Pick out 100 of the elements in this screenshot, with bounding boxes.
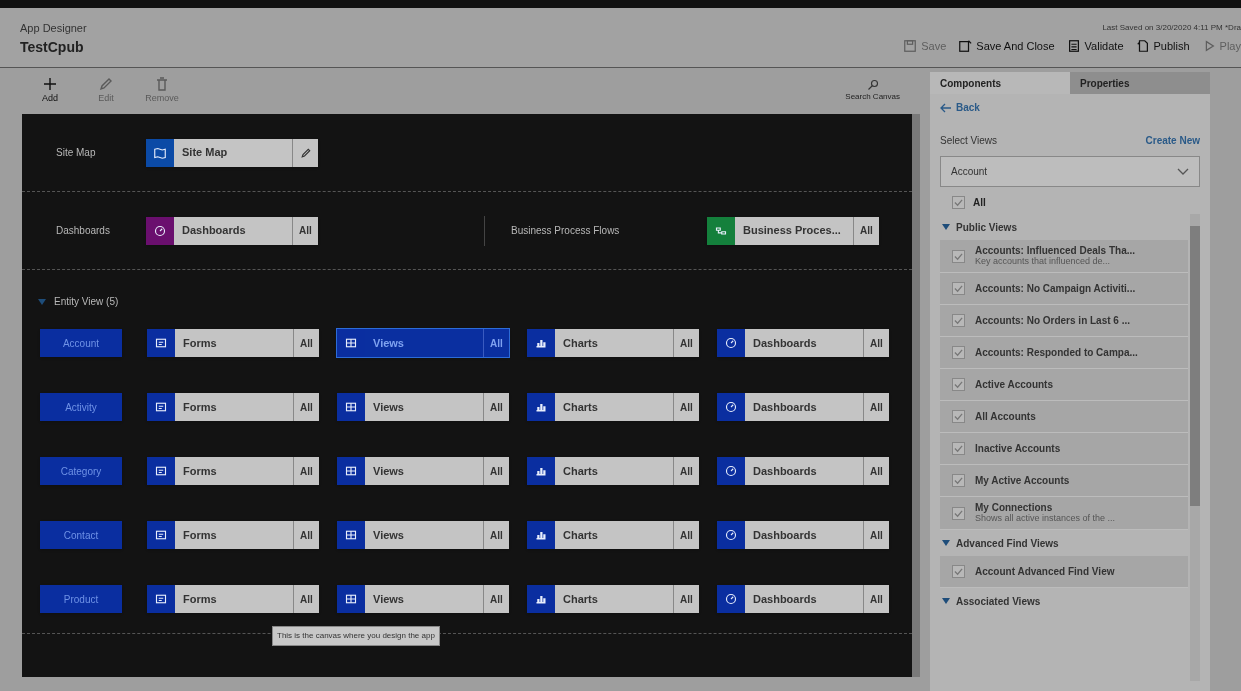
entity-button[interactable]: Activity [40, 393, 122, 421]
tile-label: Views [372, 463, 405, 479]
view-list-item[interactable]: Accounts: No Campaign Activiti... [940, 273, 1188, 305]
component-tile[interactable]: Business Proces... All [707, 216, 879, 245]
tile-action[interactable]: All [673, 457, 699, 485]
header-action-button[interactable]: Publish [1135, 38, 1190, 55]
view-list-item[interactable]: Inactive Accounts [940, 433, 1188, 465]
tile-action[interactable]: All [863, 521, 889, 549]
checkbox[interactable] [952, 474, 965, 487]
create-new-link[interactable]: Create New [1145, 133, 1200, 148]
entity-dropdown[interactable]: Account [940, 156, 1200, 187]
group-header[interactable]: Advanced Find Views [956, 535, 1059, 551]
checkbox[interactable] [952, 282, 965, 295]
component-tile[interactable]: Views All [337, 457, 509, 485]
checkbox[interactable] [952, 506, 965, 520]
grid-icon [345, 465, 357, 477]
tile-action[interactable]: All [673, 329, 699, 357]
caret-down-icon[interactable] [942, 539, 950, 547]
tile-action[interactable]: All [293, 329, 319, 357]
header-action-button[interactable]: Save And Close [958, 38, 1055, 55]
tile-action[interactable]: All [483, 521, 509, 549]
component-tile[interactable]: Views All [337, 585, 509, 613]
view-title: Accounts: No Campaign Activiti... [975, 283, 1136, 294]
component-tile[interactable]: Forms All [147, 457, 319, 485]
tile-action[interactable]: All [863, 393, 889, 421]
search-icon [866, 79, 879, 91]
checkmark-icon [954, 567, 963, 576]
component-tile[interactable]: Forms All [147, 521, 319, 549]
group-header[interactable]: Associated Views [956, 593, 1041, 609]
panel-tab[interactable]: Properties [1070, 72, 1210, 94]
component-tile[interactable]: Charts All [527, 585, 699, 613]
panel-tab[interactable]: Components [930, 72, 1070, 94]
checkbox[interactable] [952, 249, 965, 263]
tile-action[interactable]: All [483, 329, 509, 357]
component-tile[interactable]: Charts All [527, 521, 699, 549]
view-list-item[interactable]: All Accounts [940, 401, 1188, 433]
view-list-item[interactable]: My Connections Shows all active instances of the ... [940, 497, 1188, 530]
component-tile[interactable]: Dashboards All [717, 585, 889, 613]
component-tile[interactable]: Charts All [527, 329, 699, 357]
component-tile[interactable]: Dashboards All [146, 216, 318, 245]
view-list-item[interactable]: Active Accounts [940, 369, 1188, 401]
checkbox[interactable] [952, 314, 965, 327]
view-list-item[interactable]: My Active Accounts [940, 465, 1188, 497]
component-tile[interactable]: Charts All [527, 393, 699, 421]
component-tile[interactable]: Site Map [146, 138, 318, 167]
view-list-item[interactable]: Account Advanced Find View [940, 556, 1188, 588]
tile-action[interactable]: All [863, 329, 889, 357]
checkbox[interactable] [952, 196, 965, 209]
tile-action[interactable]: All [483, 393, 509, 421]
tile-label: Views [372, 399, 405, 415]
bar-chart-icon [535, 401, 547, 413]
entity-button[interactable]: Account [40, 329, 122, 357]
caret-down-icon[interactable] [942, 597, 950, 605]
tile-action[interactable]: All [673, 393, 699, 421]
gauge-icon [725, 465, 737, 477]
component-tile[interactable]: Charts All [527, 457, 699, 485]
search-canvas-button[interactable]: Search Canvas [845, 79, 900, 103]
component-tile[interactable]: Views All [337, 329, 509, 357]
bar-chart-icon [535, 529, 547, 541]
arrow-left-icon [940, 102, 952, 113]
component-tile[interactable]: Forms All [147, 329, 319, 357]
tile-action[interactable]: All [863, 457, 889, 485]
tile-action[interactable]: All [293, 393, 319, 421]
checkbox[interactable] [952, 410, 965, 423]
component-tile[interactable]: Dashboards All [717, 457, 889, 485]
view-list-item[interactable]: Accounts: No Orders in Last 6 ... [940, 305, 1188, 337]
view-list-item[interactable]: Accounts: Responded to Campa... [940, 337, 1188, 369]
tile-action[interactable]: All [293, 521, 319, 549]
caret-down-icon[interactable] [942, 223, 950, 231]
checkmark-icon [954, 444, 963, 453]
entity-button[interactable]: Contact [40, 521, 122, 549]
checkbox[interactable] [952, 565, 965, 578]
tile-action[interactable]: All [673, 585, 699, 613]
checkbox[interactable] [952, 378, 965, 391]
component-tile[interactable]: Dashboards All [717, 393, 889, 421]
view-list-item[interactable]: Accounts: Influenced Deals Tha... Key accounts that influenced de... [940, 240, 1188, 273]
component-tile[interactable]: Forms All [147, 393, 319, 421]
component-tile[interactable]: Views All [337, 393, 509, 421]
component-tile[interactable]: Forms All [147, 585, 319, 613]
component-tile[interactable]: Dashboards All [717, 521, 889, 549]
pencil-icon[interactable] [299, 146, 312, 159]
entity-button[interactable]: Product [40, 585, 122, 613]
tile-action[interactable]: All [292, 216, 318, 245]
header-action-button[interactable]: Validate [1066, 38, 1124, 55]
component-tile[interactable]: Dashboards All [717, 329, 889, 357]
caret-down-icon[interactable] [38, 297, 46, 306]
checkbox[interactable] [952, 346, 965, 359]
group-header[interactable]: Public Views [956, 219, 1017, 235]
tile-action[interactable]: All [863, 585, 889, 613]
entity-button[interactable]: Category [40, 457, 122, 485]
checkbox[interactable] [952, 442, 965, 455]
tile-action[interactable]: All [483, 585, 509, 613]
component-tile[interactable]: Views All [337, 521, 509, 549]
tile-label: Dashboards [181, 223, 247, 239]
tile-action[interactable]: All [293, 457, 319, 485]
toolbar-button[interactable]: Add [30, 76, 70, 106]
tile-action[interactable]: All [483, 457, 509, 485]
tile-action[interactable]: All [673, 521, 699, 549]
tile-action[interactable]: All [293, 585, 319, 613]
tile-action[interactable]: All [853, 216, 879, 245]
